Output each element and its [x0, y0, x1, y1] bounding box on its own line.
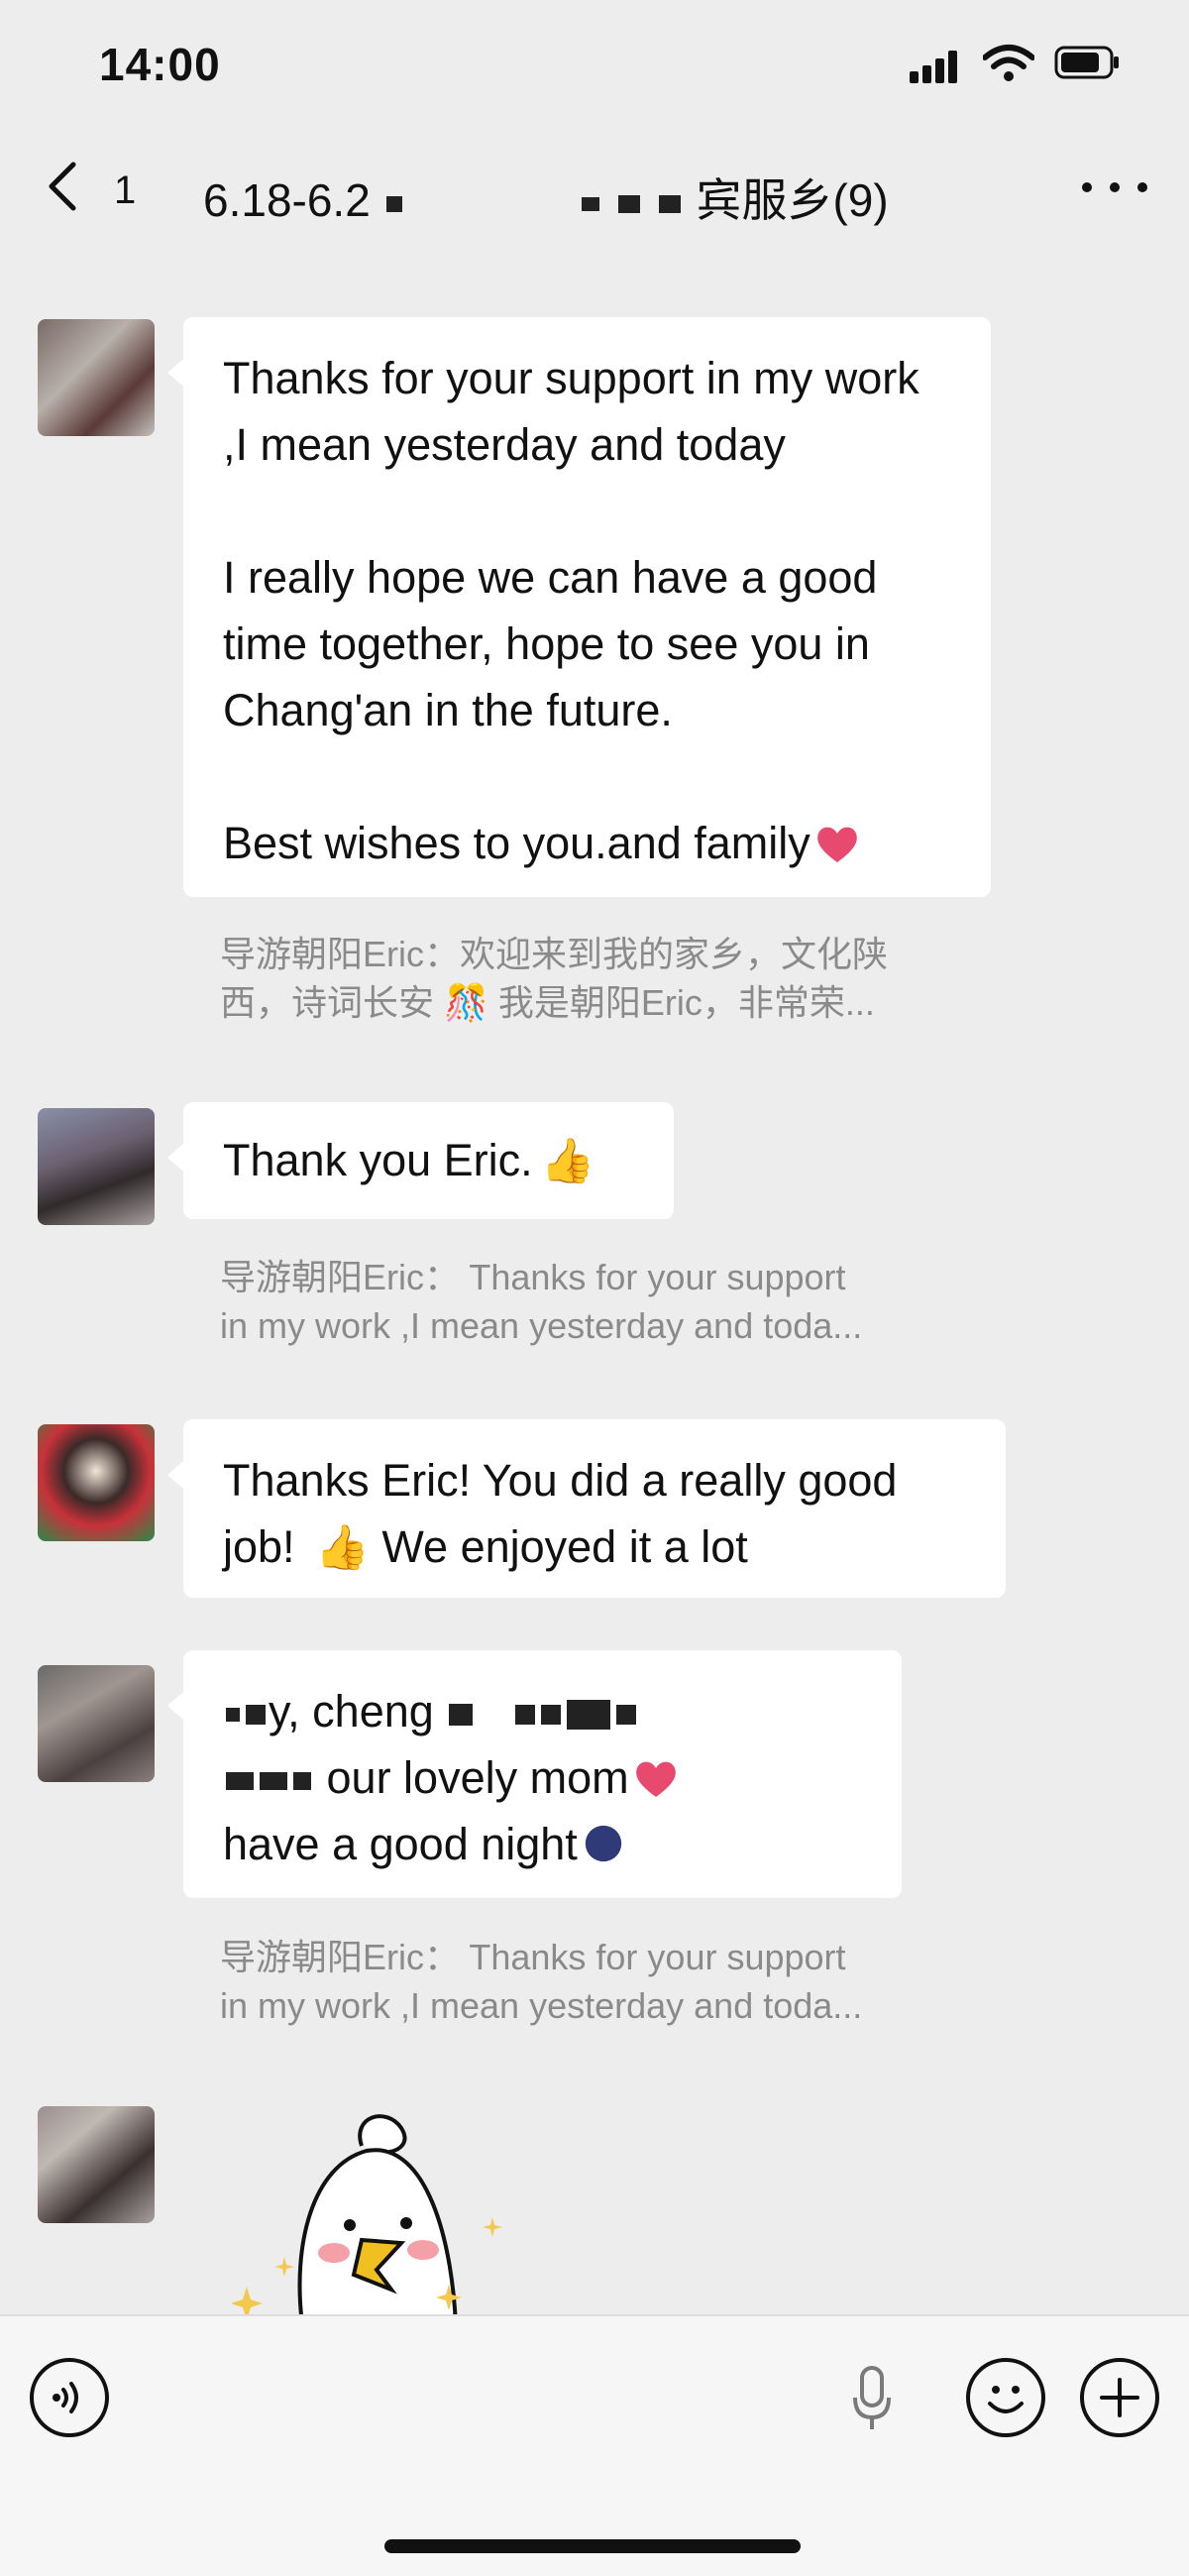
member-count: (9)	[832, 174, 889, 226]
avatar[interactable]	[38, 1665, 155, 1782]
message-bubble[interactable]: Thanks Eric! You did a really good job! …	[167, 1419, 1006, 1598]
voice-input-icon[interactable]	[30, 2358, 109, 2437]
message-text: Thanks for your support in my work ,I me…	[223, 353, 919, 470]
censored-block	[658, 194, 681, 213]
quote-line: 西，诗词长安 🎊 我是朝阳Eric，非常荣...	[220, 982, 875, 1023]
message-text: have a good night	[223, 1819, 578, 1869]
heart-icon	[635, 1761, 676, 1797]
avatar[interactable]	[38, 1424, 155, 1541]
message-text: We enjoyed it a lot	[381, 1521, 748, 1572]
censored-block	[541, 1705, 562, 1726]
censored-block	[260, 1772, 287, 1791]
quote-line: 导游朝阳Eric： Thanks for your support	[220, 1937, 846, 1977]
unread-count[interactable]: 1	[114, 168, 136, 213]
quoted-message[interactable]: 导游朝阳Eric：欢迎来到我的家乡，文化陕 西，诗词长安 🎊 我是朝阳Eric，…	[220, 930, 983, 1027]
microphone-icon[interactable]	[847, 2364, 897, 2433]
back-arrow-icon[interactable]	[34, 157, 103, 216]
message-text: Thank you Eric.	[223, 1135, 533, 1185]
quote-line: 导游朝阳Eric：欢迎来到我的家乡，文化陕	[220, 934, 888, 974]
censored-block	[567, 1700, 611, 1731]
censored-block	[582, 196, 600, 211]
quote-line: in my work ,I mean yesterday and toda...	[220, 1985, 863, 2026]
cellular-signal-icon	[910, 50, 961, 83]
status-time: 14:00	[99, 39, 221, 90]
wifi-icon	[983, 45, 1034, 81]
thumbs-up-icon: 👍	[540, 1137, 595, 1185]
chat-title-end: 宾服乡	[696, 174, 833, 226]
message-text: our lovely mom	[326, 1752, 629, 1803]
heart-icon	[816, 827, 857, 862]
battery-icon	[1054, 46, 1119, 79]
message-text: Best wishes to you.and family	[223, 818, 811, 868]
status-bar: 14:00	[0, 0, 1189, 129]
message-text: I really hope we can have a good time to…	[223, 552, 878, 735]
quoted-message[interactable]: 导游朝阳Eric： Thanks for your support in my …	[220, 1253, 983, 1350]
quoted-message[interactable]: 导游朝阳Eric： Thanks for your support in my …	[220, 1933, 983, 2030]
avatar[interactable]	[38, 1108, 155, 1225]
censored-block	[515, 1705, 536, 1726]
censored-block	[617, 194, 640, 213]
censored-block	[293, 1772, 311, 1791]
more-options-icon[interactable]	[1070, 168, 1159, 208]
avatar[interactable]	[38, 2106, 155, 2223]
chat-title[interactable]: 6.18-6.2 宾服乡(9)	[203, 165, 889, 230]
input-bar	[0, 2314, 1189, 2576]
censored-block	[226, 1772, 254, 1791]
emoji-icon[interactable]	[966, 2358, 1045, 2437]
message-text: y, cheng	[269, 1686, 434, 1736]
thumbs-up-icon: 👍	[315, 1523, 370, 1572]
censored-block	[616, 1705, 637, 1726]
plus-icon[interactable]	[1080, 2358, 1159, 2437]
message-bubble[interactable]: Thanks for your support in my work ,I me…	[167, 317, 991, 897]
message-bubble[interactable]: y, cheng our lovely mom have a good nigh…	[167, 1650, 902, 1898]
quote-line: in my work ,I mean yesterday and toda...	[220, 1305, 863, 1346]
home-indicator	[384, 2539, 801, 2553]
chat-header: 1 6.18-6.2 宾服乡(9)	[0, 129, 1189, 253]
avatar[interactable]	[38, 319, 155, 436]
chick-sticker-image[interactable]	[203, 2106, 520, 2324]
message-bubble[interactable]: Thank you Eric. 👍	[167, 1102, 674, 1219]
chat-title-start: 6.18-6.2	[203, 174, 371, 226]
censored-block	[449, 1704, 474, 1727]
censored-block	[226, 1708, 240, 1723]
censored-block	[385, 195, 402, 212]
moon-icon	[585, 1825, 621, 1862]
censored-block	[246, 1705, 266, 1726]
quote-line: 导游朝阳Eric： Thanks for your support	[220, 1257, 846, 1297]
